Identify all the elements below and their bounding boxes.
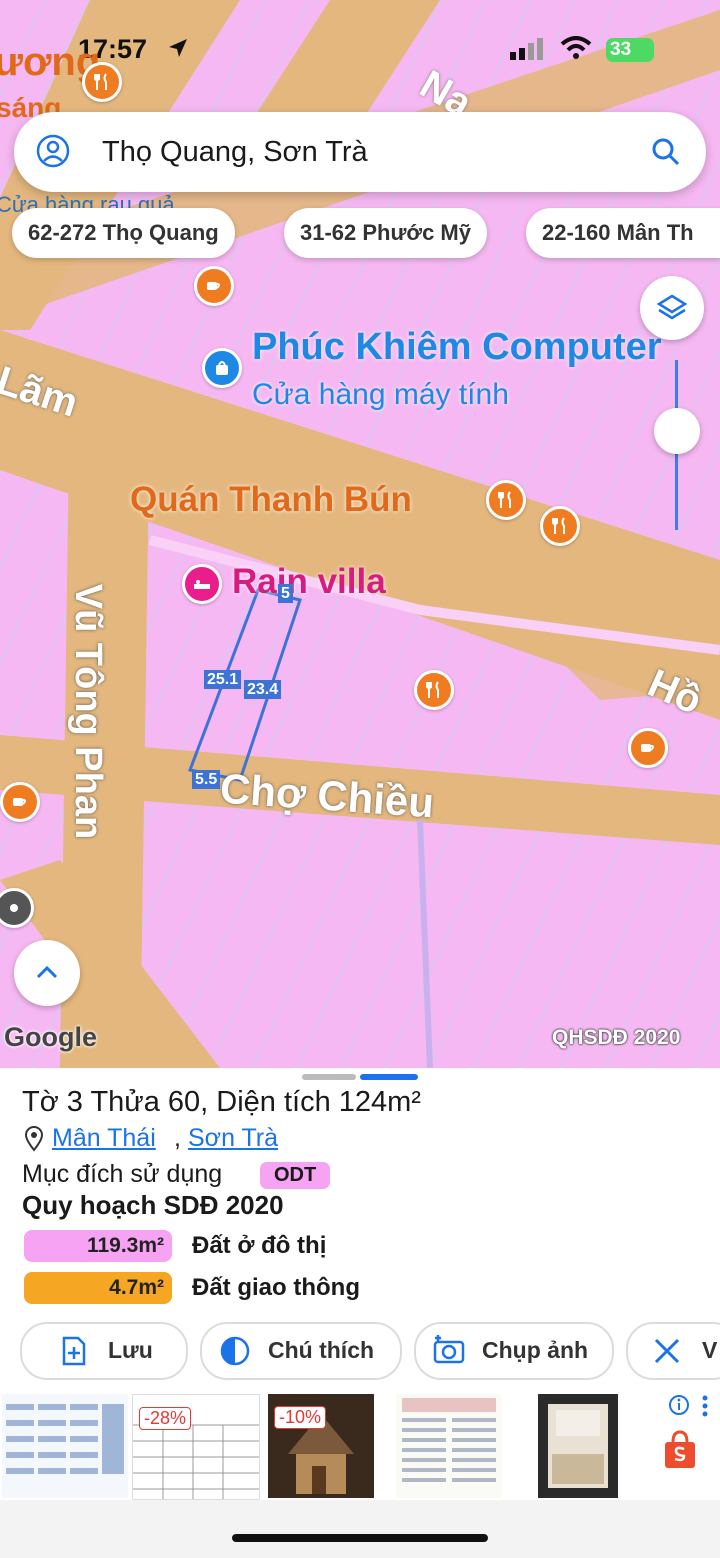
ad-thumbnail-3[interactable]: -10% (268, 1394, 374, 1498)
drag-handle-active[interactable] (360, 1074, 418, 1080)
ward-link[interactable]: Mân Thái (52, 1124, 156, 1153)
parcel-measure-bottom: 5.5 (192, 770, 221, 789)
layers-icon (656, 292, 688, 329)
google-logo: Google (4, 1022, 97, 1052)
map-label-phuc-khiem-name[interactable]: Phúc Khiêm Computer (252, 326, 662, 369)
shopee-bag-icon[interactable] (662, 1430, 698, 1475)
parcel-measure-top: 5 (278, 584, 293, 603)
land-use-bar-traffic: 4.7m² (24, 1272, 172, 1304)
signal-icon (510, 38, 546, 65)
restaurant-icon[interactable] (486, 480, 526, 520)
layers-button[interactable] (640, 276, 704, 340)
restaurant-icon[interactable] (540, 506, 580, 546)
chevron-up-icon (34, 960, 60, 991)
shopping-bag-icon[interactable] (202, 348, 242, 388)
discount-badge: -28% (139, 1407, 192, 1430)
land-use-area-traffic: 4.7m² (109, 1276, 164, 1299)
land-use-bar-residential: 119.3m² (24, 1230, 172, 1262)
save-button[interactable]: Lưu (20, 1322, 188, 1380)
cafe-icon[interactable] (194, 266, 234, 306)
tools-label: V (702, 1337, 718, 1363)
search-icon[interactable] (650, 136, 682, 173)
legend-label: Chú thích (268, 1337, 375, 1363)
chip-tho-quang[interactable]: 62-272 Thọ Quang (12, 208, 235, 258)
tools-button[interactable]: V (626, 1322, 720, 1380)
address-separator: , (174, 1124, 181, 1152)
chip-man-thai[interactable]: 22-160 Mân Th (526, 208, 720, 258)
ad-thumbnail-5[interactable] (538, 1394, 618, 1498)
location-arrow-icon (166, 36, 190, 65)
discount-badge: -10% (274, 1406, 327, 1429)
expand-button[interactable] (14, 940, 80, 1006)
district-link[interactable]: Sơn Trà (188, 1124, 278, 1153)
info-icon[interactable] (668, 1394, 690, 1421)
ad-thumbnail-4[interactable] (396, 1394, 502, 1498)
search-input[interactable]: Thọ Quang, Sơn Trà (102, 136, 368, 169)
hotel-icon[interactable] (182, 564, 222, 604)
land-use-label-traffic: Đất giao thông (192, 1274, 360, 1301)
location-pin-icon (24, 1126, 44, 1157)
land-use-area-residential: 119.3m² (86, 1234, 164, 1257)
camera-plus-icon (432, 1334, 466, 1371)
user-icon[interactable] (36, 134, 70, 173)
restaurant-icon[interactable] (82, 62, 122, 102)
tools-icon (652, 1336, 682, 1371)
ad-thumbnail-1[interactable] (2, 1394, 128, 1498)
legend-button[interactable]: Chú thích (200, 1322, 402, 1380)
bottom-bg (0, 1500, 720, 1558)
drag-handle[interactable] (302, 1074, 356, 1080)
layer-name-label: QHSDĐ 2020 (552, 1026, 681, 1049)
parcel-title: Tờ 3 Thửa 60, Diện tích 124m² (22, 1086, 421, 1118)
purpose-badge: ODT (260, 1162, 331, 1189)
parcel-measure-left: 25.1 (204, 670, 242, 689)
wifi-icon (560, 36, 592, 65)
battery-level: 33 (610, 39, 632, 60)
more-icon[interactable] (700, 1394, 710, 1423)
chip-phuoc-my[interactable]: 31-62 Phước Mỹ (284, 208, 487, 258)
map-label-phuc-khiem-type: Cửa hàng máy tính (252, 378, 509, 411)
home-indicator[interactable] (232, 1534, 488, 1542)
battery-icon: 33 (606, 38, 654, 62)
search-bar[interactable]: Thọ Quang, Sơn Trà (14, 112, 706, 192)
zoom-slider-handle[interactable] (654, 408, 700, 454)
purpose-label: Mục đích sử dụng (22, 1160, 223, 1188)
capture-label: Chụp ảnh (482, 1337, 589, 1363)
ad-banner[interactable]: -28% -10% (0, 1390, 720, 1500)
cafe-icon[interactable] (0, 782, 40, 822)
ad-thumbnail-2[interactable]: -28% (132, 1394, 260, 1500)
capture-button[interactable]: Chụp ảnh (414, 1322, 614, 1380)
add-bookmark-icon (60, 1336, 88, 1371)
save-label: Lưu (108, 1337, 153, 1363)
restaurant-icon[interactable] (414, 670, 454, 710)
map-label-rain-villa[interactable]: Rain villa (232, 562, 386, 602)
land-use-label-residential: Đất ở đô thị (192, 1232, 327, 1259)
cafe-icon[interactable] (628, 728, 668, 768)
map-label-quan-thanh-bun[interactable]: Quán Thanh Bún (130, 480, 412, 520)
parcel-measure-right: 23.4 (244, 680, 282, 699)
map-label-road-vu-tong-phan: Vũ Tông Phan (67, 583, 110, 840)
plan-title: Quy hoạch SDĐ 2020 (22, 1190, 284, 1220)
contrast-icon (220, 1336, 250, 1371)
